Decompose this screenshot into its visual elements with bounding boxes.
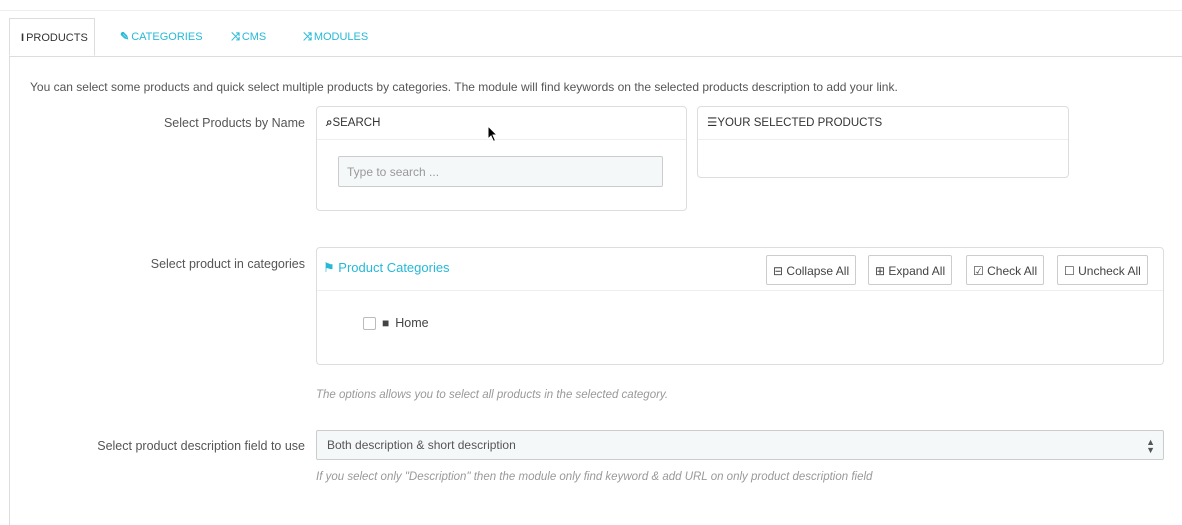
- categories-help-text: The options allows you to select all pro…: [316, 389, 669, 401]
- tree-checkbox[interactable]: [363, 316, 376, 330]
- selected-products-box: ☰YOUR SELECTED PRODUCTS: [697, 106, 1069, 178]
- tab-modules[interactable]: ⤨ MODULES: [303, 18, 368, 56]
- expand-all-button[interactable]: ⊞ Expand All: [868, 255, 953, 285]
- tree-item-home[interactable]: ■ Home: [363, 316, 429, 330]
- list-icon: ☰: [707, 117, 718, 129]
- search-header: ⌕SEARCH: [317, 107, 686, 140]
- search-box: ⌕SEARCH: [316, 106, 687, 211]
- tab-cms[interactable]: ⤨ CMS: [231, 18, 266, 56]
- collapse-all-button[interactable]: ⊟ Collapse All: [766, 255, 857, 285]
- select-arrows-icon: ▲ ▼: [1146, 437, 1155, 455]
- check-all-button[interactable]: ☑ Check All: [966, 255, 1045, 285]
- categories-title: ⚑ Product Categories: [323, 260, 450, 275]
- folder-icon: ■: [382, 316, 390, 330]
- description-help-text: If you select only "Description" then th…: [316, 471, 873, 483]
- checked-box-icon: ☑: [973, 264, 984, 278]
- mouse-cursor-icon: [487, 125, 499, 143]
- top-divider: [0, 10, 1182, 11]
- tab-categories[interactable]: ✎ CATEGORIES: [120, 18, 203, 56]
- description-field-select[interactable]: Both description & short description ▲ ▼: [316, 430, 1164, 460]
- wrench-icon: ✎: [120, 31, 130, 43]
- tab-products[interactable]: i PRODUCTS: [9, 18, 95, 56]
- description-field-label: Select product description field to use: [97, 439, 305, 453]
- search-label: Select Products by Name: [163, 116, 305, 130]
- collapse-icon: ⊟: [773, 264, 784, 278]
- search-input[interactable]: [338, 156, 663, 187]
- expand-icon: ⊞: [875, 264, 886, 278]
- tab-label: PRODUCTS: [26, 32, 88, 44]
- info-icon: i: [21, 32, 25, 44]
- tab-label: MODULES: [313, 31, 369, 43]
- tab-label: CMS: [241, 31, 267, 43]
- shuffle-icon: ⤨: [303, 31, 312, 43]
- intro-text: You can select some products and quick s…: [30, 80, 898, 94]
- tab-label: CATEGORIES: [131, 31, 203, 43]
- categories-box: ⚑ Product Categories ⊟ Collapse All ⊞ Ex…: [316, 247, 1164, 365]
- selected-products-header: ☰YOUR SELECTED PRODUCTS: [698, 107, 1068, 140]
- tab-bar: i PRODUCTS ✎ CATEGORIES ⤨ CMS ⤨ MODULES: [9, 18, 1182, 56]
- tag-icon: ⚑: [323, 260, 335, 275]
- categories-header: ⚑ Product Categories ⊟ Collapse All ⊞ Ex…: [317, 248, 1163, 291]
- shuffle-icon: ⤨: [231, 31, 240, 43]
- categories-label: Select product in categories: [150, 257, 305, 271]
- uncheck-all-button[interactable]: ☐ Uncheck All: [1057, 255, 1148, 285]
- unchecked-box-icon: ☐: [1064, 264, 1075, 278]
